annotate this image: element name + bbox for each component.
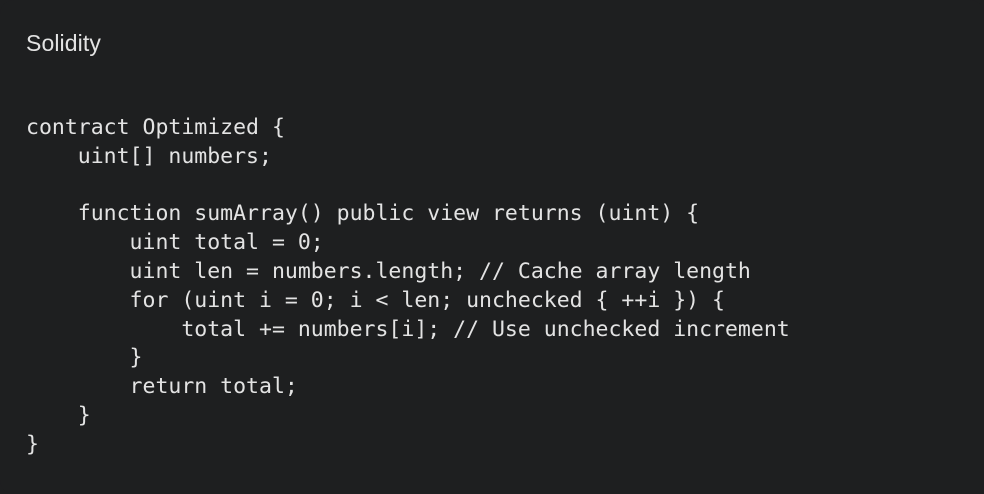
code-content[interactable]: contract Optimized { uint[] numbers; fun… [26,114,790,460]
code-line: } [26,345,143,371]
code-line: contract Optimized { [26,115,285,140]
code-language-label: Solidity [26,30,101,56]
code-line: for (uint i = 0; i < len; unchecked { ++… [26,287,725,313]
code-line: return total; [26,374,298,400]
code-line: } [26,402,91,428]
code-line: uint len = numbers.length; // Cache arra… [26,258,751,284]
code-line: total += numbers[i]; // Use unchecked in… [26,316,790,342]
code-line: function sumArray() public view returns … [26,201,700,227]
code-line: uint total = 0; [26,230,324,256]
code-block-card: Solidity contract Optimized { uint[] num… [0,0,984,494]
code-line: } [26,431,39,457]
code-line: uint[] numbers; [26,143,272,169]
